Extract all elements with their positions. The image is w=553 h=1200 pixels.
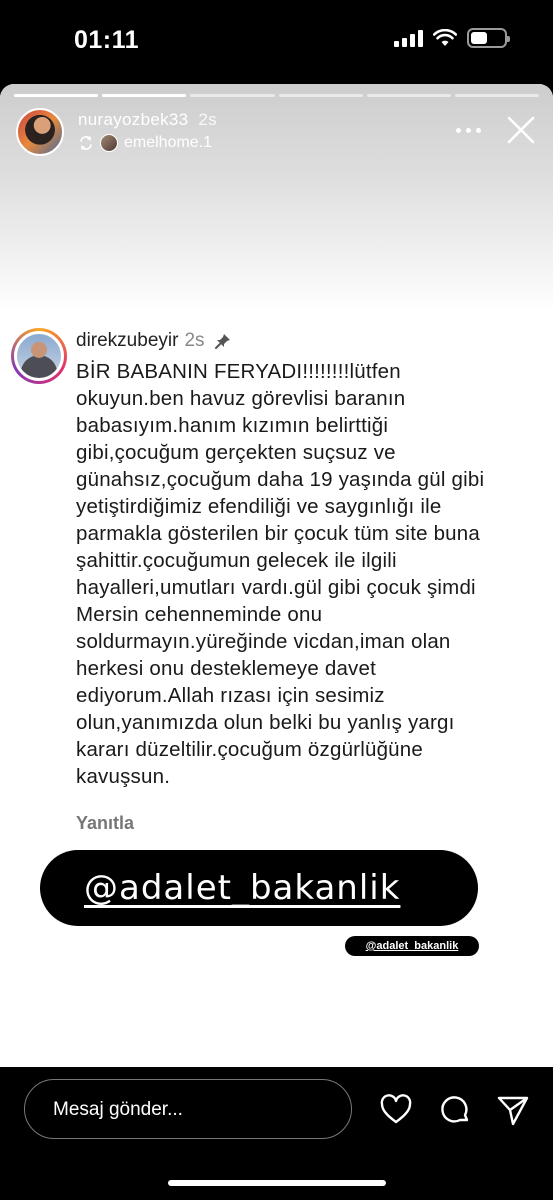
comment-line: ediyorum.Allah rızası için sesimiz	[76, 684, 385, 707]
story-progress-segment	[278, 94, 363, 97]
mention-tag[interactable]: @adalet_bakanlik	[345, 936, 479, 956]
status-bar: 01:11	[0, 0, 553, 84]
comment-line: soldurmayın.yüreğinde vicdan,iman olan	[76, 630, 451, 653]
comment-line: günahsız,çocuğum daha 19 yaşında gül gib…	[76, 468, 485, 491]
cellular-signal-icon	[394, 29, 423, 47]
story-author-avatar[interactable]	[16, 108, 64, 156]
comment-line: yetiştirdiğimiz efendiliği ve saygınlığı…	[76, 495, 442, 518]
battery-icon	[467, 28, 510, 48]
reply-button[interactable]: Yanıtla	[76, 813, 134, 834]
comment-time: 2s	[184, 330, 205, 351]
story-author[interactable]: nurayozbek33 2s	[78, 110, 217, 130]
comment-line: Mersin cehenneminde onu	[76, 603, 323, 626]
comment-text: BİR BABANIN FERYADI!!!!!!!!lütfen okuyun.…	[76, 358, 546, 790]
message-input[interactable]: Mesaj gönder...	[24, 1079, 352, 1139]
comment-bubble-icon[interactable]	[438, 1093, 472, 1127]
comment-author[interactable]: direkzubeyir 2s	[76, 330, 232, 352]
comment-author-avatar[interactable]	[11, 328, 67, 384]
story-progress-segment	[190, 94, 275, 97]
pin-icon	[214, 333, 230, 349]
repost-icon	[80, 136, 92, 150]
close-icon[interactable]	[505, 114, 537, 146]
battery-fill	[471, 32, 487, 44]
mention-sticker[interactable]: @adalet_bakanlik	[40, 850, 478, 926]
story-header: nurayozbek33 2s emelhome.1	[16, 106, 537, 162]
comment-line: okuyun.ben havuz görevlisi baranın	[76, 387, 406, 410]
story-progress-segment	[14, 94, 99, 97]
comment-line: hayalleri,umutları vardı.gül gibi çocuk …	[76, 576, 476, 599]
status-icons	[394, 28, 510, 48]
story-viewer[interactable]: nurayozbek33 2s emelhome.1 direkzubeyir 2s…	[0, 84, 553, 1067]
story-progress-segment	[454, 94, 540, 97]
comment-line: kavuşsun.	[76, 765, 171, 788]
comment-line: olun,yanımızda olun belki bu yanlış yarg…	[76, 711, 455, 734]
story-time: 2s	[198, 110, 217, 129]
comment-card: direkzubeyir 2s BİR BABANIN FERYADI!!!!!!…	[0, 310, 553, 842]
comment-line: parmakla gösterilen bir çocuk tüm site b…	[76, 522, 480, 545]
story-progress-bar	[14, 94, 540, 97]
home-indicator	[168, 1180, 386, 1186]
comment-line: BİR BABANIN FERYADI!!!!!!!!lütfen	[76, 360, 401, 383]
comment-line: gibi,çocuğum gerçekten suçsuz ve	[76, 441, 396, 464]
more-options-icon[interactable]	[456, 128, 481, 133]
story-author-username[interactable]: nurayozbek33	[78, 110, 188, 129]
repost-source-avatar	[100, 134, 118, 152]
comment-line: kararı düzeltilir.çocuğum özgürlüğüne	[76, 738, 423, 761]
comment-author-username[interactable]: direkzubeyir	[76, 330, 178, 351]
heart-icon[interactable]	[379, 1093, 413, 1127]
message-placeholder: Mesaj gönder...	[53, 1099, 183, 1120]
story-progress-segment	[366, 94, 451, 97]
comment-line: şahittir.çocuğumun gelecek ile ilgili	[76, 549, 397, 572]
comment-line: babasıyım.hanım kızımın belirttiği	[76, 414, 389, 437]
share-send-icon[interactable]	[496, 1093, 530, 1127]
mention-sticker-text[interactable]: @adalet_bakanlik	[84, 868, 400, 908]
repost-source-username[interactable]: emelhome.1	[124, 134, 212, 152]
repost-source[interactable]: emelhome.1	[78, 134, 212, 152]
wifi-icon	[433, 29, 457, 46]
story-progress-segment	[102, 94, 187, 97]
status-time: 01:11	[74, 26, 140, 54]
bottom-bar: Mesaj gönder...	[0, 1067, 553, 1200]
comment-line: herkesi onu desteklemeye davet	[76, 657, 377, 680]
